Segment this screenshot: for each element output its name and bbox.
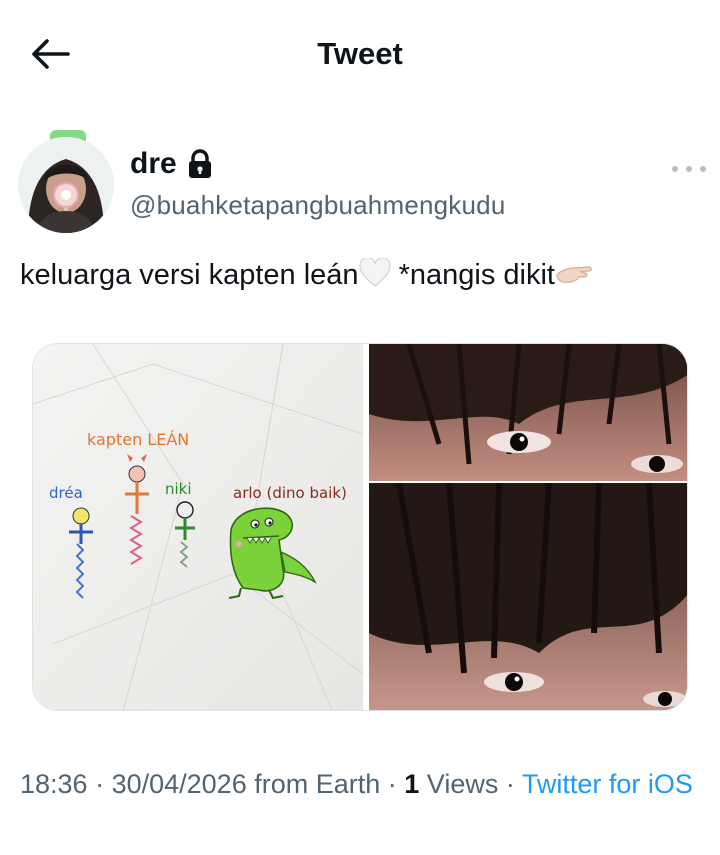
tweet-text-part2: *nangis dikit <box>390 259 555 291</box>
tweet-meta: 18:36 · 30/04/2026 from Earth · 1 Views … <box>20 765 700 803</box>
client-link[interactable]: Twitter for iOS <box>522 769 693 799</box>
tweet-time: 18:36 <box>20 769 88 799</box>
drawing-label-kapten: kapten LEÁN <box>87 430 190 449</box>
tweet-text-part1: keluarga versi kapten leán <box>20 259 359 291</box>
drawing-label-niki: niki <box>165 480 192 498</box>
user-handle[interactable]: @buahketapangbuahmengkudu <box>130 190 505 221</box>
tweet-media: kapten LEÁN dréa niki arlo (dino baik) <box>32 343 688 711</box>
media-photo-bottom[interactable] <box>369 483 687 710</box>
white-heart-emoji <box>358 257 391 299</box>
lock-icon <box>187 149 213 179</box>
meta-separator: · <box>380 769 405 799</box>
media-photo-top[interactable] <box>369 344 687 481</box>
tweet-text: keluarga versi kapten leán *nangis dikit <box>20 255 710 299</box>
more-horizontal-icon <box>672 166 678 172</box>
hand-pushing-emoji <box>555 258 595 299</box>
tweet-date: 30/04/2026 <box>111 769 247 799</box>
media-drawing-image[interactable]: kapten LEÁN dréa niki arlo (dino baik) <box>33 344 363 710</box>
views-count: 1 <box>404 769 420 799</box>
drawing-label-arlo: arlo (dino baik) <box>233 484 347 502</box>
drawing-label-drea: dréa <box>49 484 83 502</box>
page-title: Tweet <box>317 36 403 71</box>
avatar[interactable] <box>18 137 114 233</box>
meta-separator: · <box>87 769 112 799</box>
display-name[interactable]: dre <box>130 147 213 181</box>
more-options-button[interactable] <box>672 160 706 178</box>
views-label: Views <box>419 769 499 799</box>
header: Tweet <box>0 0 720 108</box>
tweet-location: from Earth <box>246 769 381 799</box>
meta-separator: · <box>498 769 522 799</box>
display-name-text: dre <box>130 147 177 180</box>
